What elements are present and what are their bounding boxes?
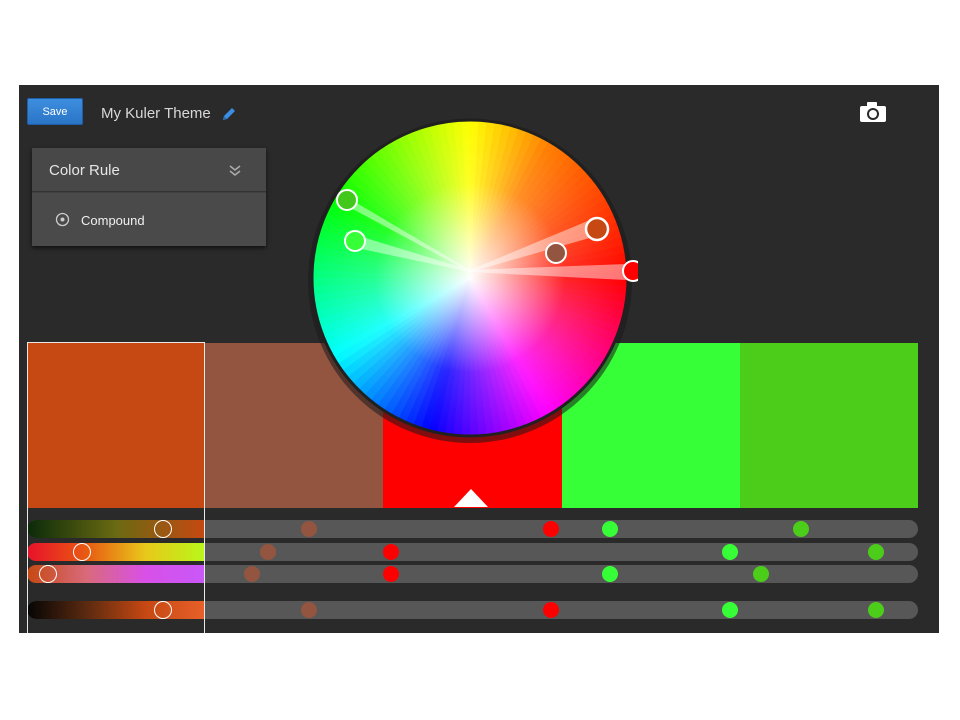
slider-dot-swatch-5[interactable] <box>868 544 884 560</box>
slider-track-4[interactable] <box>27 601 918 619</box>
color-wheel[interactable] <box>308 114 638 444</box>
slider-dot-swatch-2[interactable] <box>301 521 317 537</box>
slider-knob-4[interactable] <box>154 601 172 619</box>
slider-dot-swatch-2[interactable] <box>301 602 317 618</box>
camera-icon[interactable] <box>859 101 887 123</box>
save-button[interactable]: Save <box>27 98 83 125</box>
wheel-saturation-overlay <box>312 120 628 436</box>
slider-dot-swatch-5[interactable] <box>793 521 809 537</box>
slider-dot-swatch-4[interactable] <box>722 602 738 618</box>
wheel-handle-4[interactable] <box>344 230 366 252</box>
kuler-app: Save My Kuler Theme Color Rule Compound <box>19 85 939 633</box>
slider-track-1[interactable] <box>27 520 918 538</box>
wheel-handle-5[interactable] <box>336 189 358 211</box>
theme-title[interactable]: My Kuler Theme <box>101 105 211 122</box>
slider-knob-3[interactable] <box>39 565 57 583</box>
slider-track-2[interactable] <box>27 543 918 561</box>
swatch-5[interactable] <box>740 343 918 508</box>
slider-dot-swatch-3[interactable] <box>383 566 399 582</box>
slider-dot-swatch-3[interactable] <box>543 602 559 618</box>
slider-dot-swatch-4[interactable] <box>722 544 738 560</box>
radio-icon[interactable] <box>55 212 70 227</box>
wheel-handle-3[interactable] <box>622 260 638 282</box>
rule-option-compound[interactable]: Compound <box>32 193 266 246</box>
color-rule-title: Color Rule <box>49 162 120 179</box>
slider-gradient-4 <box>27 601 205 619</box>
slider-gradient-2 <box>27 543 205 561</box>
color-rule-panel: Color Rule Compound <box>32 148 266 246</box>
pencil-icon[interactable] <box>221 106 237 122</box>
slider-dot-swatch-4[interactable] <box>602 566 618 582</box>
slider-dot-swatch-3[interactable] <box>543 521 559 537</box>
swatch-1[interactable] <box>27 343 205 508</box>
slider-track-3[interactable] <box>27 565 918 583</box>
color-rule-header[interactable]: Color Rule <box>32 148 266 192</box>
slider-dot-swatch-3[interactable] <box>383 544 399 560</box>
slider-dot-swatch-5[interactable] <box>753 566 769 582</box>
rule-option-label: Compound <box>81 213 145 228</box>
double-chevron-down-icon[interactable] <box>227 163 243 179</box>
slider-gradient-1 <box>27 520 205 538</box>
slider-knob-1[interactable] <box>154 520 172 538</box>
slider-dot-swatch-4[interactable] <box>602 521 618 537</box>
wheel-handle-2[interactable] <box>545 242 567 264</box>
slider-knob-2[interactable] <box>73 543 91 561</box>
active-swatch-indicator <box>454 489 488 507</box>
wheel-handle-1[interactable] <box>584 216 610 242</box>
slider-dot-swatch-2[interactable] <box>244 566 260 582</box>
slider-dot-swatch-5[interactable] <box>868 602 884 618</box>
slider-dot-swatch-2[interactable] <box>260 544 276 560</box>
